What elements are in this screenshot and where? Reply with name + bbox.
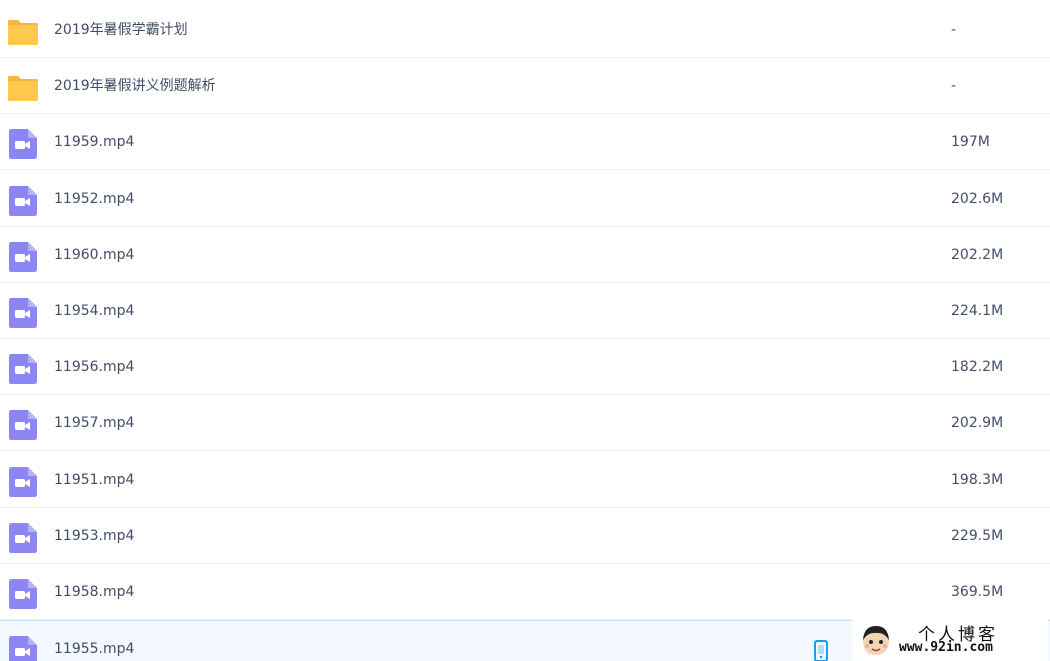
video-file-icon — [9, 410, 37, 440]
video-file-icon — [9, 298, 37, 328]
video-file-icon — [9, 354, 37, 384]
file-name[interactable]: 2019年暑假学霸计划 — [54, 2, 188, 58]
file-row[interactable]: 11951.mp4 198.3M — [0, 452, 1050, 508]
file-row[interactable]: 11958.mp4 369.5M — [0, 564, 1050, 620]
video-file-icon — [9, 467, 37, 497]
file-size: 202.2M — [951, 247, 1004, 263]
video-file-icon — [9, 523, 37, 553]
file-row[interactable]: 11960.mp4 202.2M — [0, 227, 1050, 283]
watermark-url: www.92in.com — [899, 640, 993, 655]
file-size: 369.5M — [951, 584, 1004, 600]
video-file-icon — [9, 129, 37, 159]
file-name[interactable]: 11952.mp4 — [54, 171, 134, 227]
file-name[interactable]: 11954.mp4 — [54, 283, 134, 339]
file-size: - — [951, 22, 957, 38]
file-size: 182.2M — [951, 359, 1004, 375]
file-size: - — [951, 78, 957, 94]
file-row[interactable]: 11956.mp4 182.2M — [0, 339, 1050, 395]
file-name[interactable]: 11951.mp4 — [54, 452, 134, 508]
folder-icon — [8, 76, 38, 101]
video-file-icon — [9, 242, 37, 272]
file-name[interactable]: 11953.mp4 — [54, 508, 134, 564]
file-name[interactable]: 2019年暑假讲义例题解析 — [54, 58, 216, 114]
phone-icon[interactable] — [812, 639, 830, 661]
file-size: 202.6M — [951, 191, 1004, 207]
file-size: 224.1M — [951, 303, 1004, 319]
file-row[interactable]: 11952.mp4 202.6M — [0, 171, 1050, 227]
folder-icon — [8, 20, 38, 45]
video-file-icon — [9, 186, 37, 216]
file-row[interactable]: 11954.mp4 224.1M — [0, 283, 1050, 339]
file-list: 2019年暑假学霸计划 -2019年暑假讲义例题解析 -11959.mp4 197M 1… — [0, 0, 1050, 661]
file-name[interactable]: 11956.mp4 — [54, 339, 134, 395]
video-file-icon — [9, 579, 37, 609]
watermark: 个人博客 www.92in.com — [852, 618, 1048, 661]
file-size: 229.5M — [951, 528, 1004, 544]
file-size: 198.3M — [951, 472, 1004, 488]
file-size: 197M — [951, 134, 990, 150]
file-name[interactable]: 11957.mp4 — [54, 395, 134, 451]
file-row[interactable]: 11959.mp4 197M — [0, 114, 1050, 170]
file-size: 202.9M — [951, 415, 1004, 431]
file-name[interactable]: 11959.mp4 — [54, 114, 134, 170]
file-row[interactable]: 11957.mp4 202.9M — [0, 395, 1050, 451]
file-name[interactable]: 11955.mp4 — [54, 621, 134, 661]
folder-row[interactable]: 2019年暑假学霸计划 - — [0, 2, 1050, 58]
folder-row[interactable]: 2019年暑假讲义例题解析 - — [0, 58, 1050, 114]
file-name[interactable]: 11960.mp4 — [54, 227, 134, 283]
file-name[interactable]: 11958.mp4 — [54, 564, 134, 620]
mascot-logo — [863, 626, 889, 655]
file-row[interactable]: 11953.mp4 229.5M — [0, 508, 1050, 564]
video-file-icon — [9, 636, 37, 661]
